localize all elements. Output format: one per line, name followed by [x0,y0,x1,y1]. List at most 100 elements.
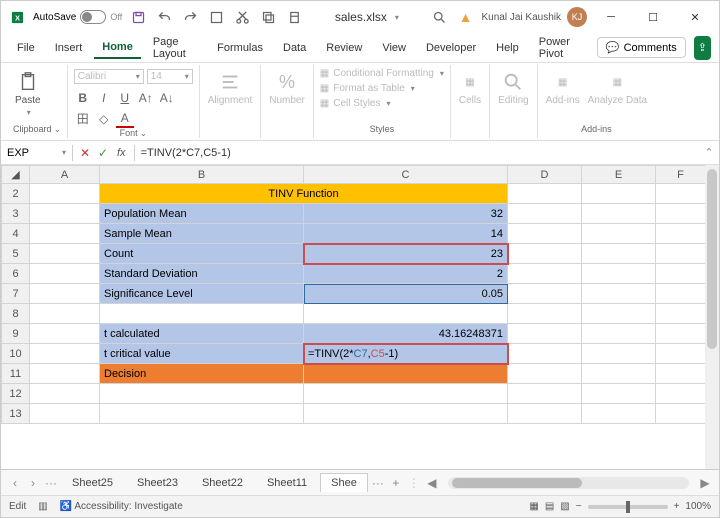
row-11[interactable]: 11 [2,364,30,384]
italic-button[interactable]: I [95,89,113,107]
fx-icon[interactable]: fx [113,147,130,159]
cell-C5[interactable]: 23 [304,244,508,264]
share-button[interactable]: ⇪ [694,36,711,60]
copy-icon[interactable] [258,7,278,27]
tab-prev-icon[interactable]: ‹ [7,476,23,490]
bold-button[interactable]: B [74,89,92,107]
cell-C4[interactable]: 14 [304,224,508,244]
hscroll-left-icon[interactable]: ◀ [424,476,440,490]
row-9[interactable]: 9 [2,324,30,344]
cell-B9[interactable]: t calculated [100,324,304,344]
cells-button[interactable]: ▦ Cells [457,67,483,110]
col-F[interactable]: F [656,166,706,184]
analyze-button[interactable]: ▦ Analyze Data [586,67,649,110]
font-name-select[interactable]: Calibri▾ [74,69,144,84]
tb-icon2[interactable] [284,7,304,27]
accept-formula-button[interactable]: ✓ [95,145,111,161]
maximize-icon[interactable]: ☐ [635,3,671,31]
horizontal-scrollbar[interactable] [448,477,689,489]
close-icon[interactable]: ✕ [677,3,713,31]
menu-file[interactable]: File [9,38,43,58]
row-3[interactable]: 3 [2,204,30,224]
formula-bar[interactable]: =TINV(2*C7,C5-1) [135,145,699,161]
hscroll-right-icon[interactable]: ▶ [697,476,713,490]
col-D[interactable]: D [508,166,582,184]
cell-B10[interactable]: t critical value [100,344,304,364]
menu-insert[interactable]: Insert [47,38,91,58]
col-E[interactable]: E [582,166,656,184]
format-table-button[interactable]: ▦Format as Table▾ [320,82,444,95]
conditional-formatting-button[interactable]: ▦Conditional Formatting▾ [320,67,444,80]
col-C[interactable]: C [304,166,508,184]
cell-B11[interactable]: Decision [100,364,304,384]
tab-active[interactable]: Shee [320,473,368,492]
row-7[interactable]: 7 [2,284,30,304]
addins-button[interactable]: ▦ Add-ins [544,67,582,110]
tab-sheet23[interactable]: Sheet23 [126,473,189,492]
border-button[interactable]: 田 [74,110,92,128]
view-break-icon[interactable]: ▧ [560,501,569,512]
undo-icon[interactable] [154,7,174,27]
cell-styles-button[interactable]: ▦Cell Styles▾ [320,97,444,110]
font-color-button[interactable]: A [116,110,134,128]
cancel-formula-button[interactable]: ✕ [77,145,93,161]
cell-C3[interactable]: 32 [304,204,508,224]
row-2[interactable]: 2 [2,184,30,204]
font-size-select[interactable]: 14▾ [147,69,193,84]
cell-C11[interactable] [304,364,508,384]
row-6[interactable]: 6 [2,264,30,284]
cell-C10[interactable]: =TINV(2*C7,C5-1) [304,344,508,364]
tab-sheet22[interactable]: Sheet22 [191,473,254,492]
user-avatar[interactable]: KJ [567,7,587,27]
underline-button[interactable]: U [116,89,134,107]
search-icon[interactable] [430,7,450,27]
menu-formulas[interactable]: Formulas [209,38,271,58]
tab-sheet11[interactable]: Sheet11 [256,473,318,492]
filename-chevron-icon[interactable]: ▾ [395,13,399,22]
menu-developer[interactable]: Developer [418,38,484,58]
tab-next-icon[interactable]: › [25,476,41,490]
autosave-toggle[interactable]: AutoSave Off [33,10,122,24]
alignment-button[interactable]: Alignment [206,67,254,110]
tab-sheet25[interactable]: Sheet25 [61,473,124,492]
save-icon[interactable] [128,7,148,27]
cell-B7[interactable]: Significance Level [100,284,304,304]
view-normal-icon[interactable]: ▦ [529,501,538,512]
menu-help[interactable]: Help [488,38,527,58]
tab-more-icon[interactable]: ··· [43,476,59,490]
font-grow-icon[interactable]: A↑ [137,89,155,107]
name-box[interactable]: EXP▾ [1,145,73,161]
row-5[interactable]: 5 [2,244,30,264]
cell-B3[interactable]: Population Mean [100,204,304,224]
new-sheet-button[interactable]: + [388,476,404,490]
select-all-corner[interactable]: ◢ [2,166,30,184]
menu-page-layout[interactable]: Page Layout [145,32,205,64]
row-12[interactable]: 12 [2,384,30,404]
number-button[interactable]: % Number [267,67,307,110]
fill-color-button[interactable]: ◇ [95,110,113,128]
zoom-out-button[interactable]: − [576,501,582,512]
minimize-icon[interactable]: ─ [593,3,629,31]
col-B[interactable]: B [100,166,304,184]
menu-power-pivot[interactable]: Power Pivot [531,32,589,64]
row-8[interactable]: 8 [2,304,30,324]
cell-title[interactable]: TINV Function [100,184,508,204]
row-13[interactable]: 13 [2,404,30,424]
cell-C7[interactable]: 0.05 [304,284,508,304]
menu-data[interactable]: Data [275,38,314,58]
stats-icon[interactable]: ▥ [38,501,47,512]
menu-review[interactable]: Review [318,38,370,58]
editing-button[interactable]: Editing [496,67,531,110]
accessibility-status[interactable]: ♿ Accessibility: Investigate [60,501,183,512]
font-shrink-icon[interactable]: A↓ [158,89,176,107]
cut-icon[interactable] [232,7,252,27]
cell-C9[interactable]: 43.16248371 [304,324,508,344]
row-4[interactable]: 4 [2,224,30,244]
redo-icon[interactable] [180,7,200,27]
col-A[interactable]: A [30,166,100,184]
zoom-level[interactable]: 100% [685,501,711,512]
cell-B6[interactable]: Standard Deviation [100,264,304,284]
cell-B4[interactable]: Sample Mean [100,224,304,244]
menu-home[interactable]: Home [94,37,141,59]
zoom-slider[interactable] [588,505,668,509]
